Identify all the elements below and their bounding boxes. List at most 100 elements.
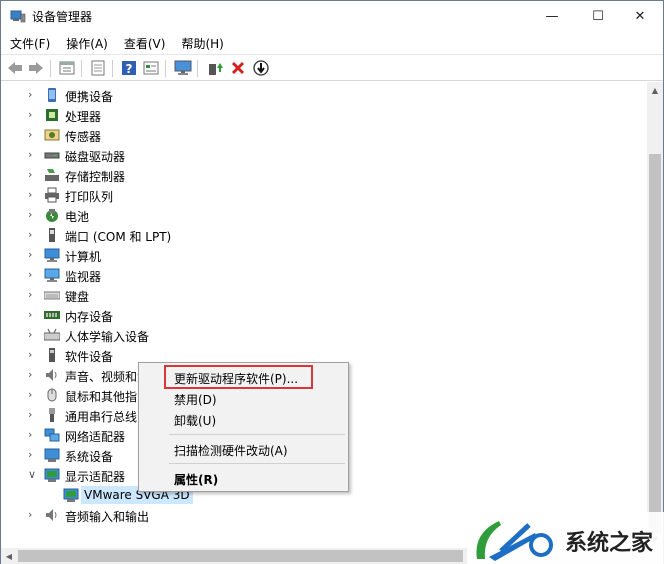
tree-item-label: 存储控制器 [65, 170, 126, 184]
menu-item-label: 属性(R) [174, 473, 219, 487]
disk-drive-icon [44, 152, 60, 159]
view-icon [91, 60, 105, 76]
device-manager-icon [10, 10, 26, 23]
toolbar: ? [1, 54, 663, 81]
scrollbar-thumb[interactable] [18, 550, 463, 562]
software-device-icon [49, 348, 55, 362]
tree-item-label: 系统设备 [65, 450, 114, 464]
chevron-right-icon[interactable]: › [28, 509, 38, 521]
toolbar-separator [197, 60, 198, 77]
context-menu: 更新驱动程序软件(P)... 禁用(D) 卸载(U) 扫描检测硬件改动(A) 属… [138, 362, 349, 492]
tree-item[interactable]: › 人体学输入设备 [1, 325, 647, 345]
chevron-right-icon[interactable]: › [28, 169, 38, 181]
menu-separator [169, 434, 345, 435]
menu-scan-hardware[interactable]: 扫描检测硬件改动(A) [140, 438, 347, 460]
back-button[interactable] [6, 59, 24, 77]
monitor-icon [44, 268, 60, 282]
menu-separator [169, 463, 345, 464]
port-icon [49, 228, 55, 242]
download-icon [253, 60, 269, 76]
tree-item-label: 处理器 [65, 110, 102, 124]
chevron-right-icon[interactable]: › [28, 89, 38, 101]
chevron-right-icon[interactable]: › [28, 149, 38, 161]
chevron-right-icon[interactable]: › [28, 109, 38, 121]
tree-item[interactable]: › 打印队列 [1, 185, 647, 205]
chevron-right-icon[interactable]: › [28, 349, 38, 361]
sensor-icon [44, 129, 60, 141]
menu-bar: 文件(F) 操作(A) 查看(V) 帮助(H) [1, 31, 663, 53]
tree-item-label: 打印队列 [65, 190, 114, 204]
chevron-right-icon[interactable]: › [28, 189, 38, 201]
chevron-right-icon[interactable]: › [28, 249, 38, 261]
memory-icon [44, 311, 60, 319]
chevron-right-icon[interactable]: › [28, 229, 38, 241]
menu-disable[interactable]: 禁用(D) [140, 387, 347, 409]
details-button[interactable] [142, 59, 160, 77]
computer-icon [44, 248, 60, 262]
chevron-right-icon[interactable]: › [28, 409, 38, 421]
close-icon: ✕ [634, 8, 646, 24]
chevron-right-icon[interactable]: › [28, 269, 38, 281]
keyboard-icon [44, 291, 60, 300]
chevron-right-icon[interactable]: › [28, 369, 38, 381]
chevron-right-icon[interactable]: › [28, 449, 38, 461]
scan-button[interactable] [174, 59, 192, 77]
tree-item[interactable]: › 处理器 [1, 105, 647, 125]
tree-item-label: 监视器 [65, 270, 102, 284]
tree-item[interactable]: › 便携设备 [1, 85, 647, 105]
menu-action[interactable]: 操作(A) [57, 31, 115, 53]
scroll-up-icon[interactable]: ▲ [647, 82, 663, 99]
tree-item-label: 传感器 [65, 130, 102, 144]
toolbar-separator [112, 60, 113, 77]
uninstall-icon [231, 61, 245, 75]
view-button[interactable] [89, 59, 107, 77]
menu-properties[interactable]: 属性(R) [140, 467, 347, 489]
menu-uninstall[interactable]: 卸载(U) [140, 408, 347, 430]
tree-item-label: 磁盘驱动器 [65, 150, 126, 164]
menu-help[interactable]: 帮助(H) [172, 31, 230, 53]
display-adapter-icon [44, 468, 60, 482]
tree-item[interactable]: › 内存设备 [1, 305, 647, 325]
chevron-right-icon[interactable]: › [28, 289, 38, 301]
tree-item[interactable]: › 监视器 [1, 265, 647, 285]
chevron-right-icon[interactable]: › [28, 429, 38, 441]
tree-item-label: 电池 [65, 210, 90, 224]
tree-item-label: 鼠标和其他指 [65, 390, 138, 404]
maximize-button[interactable]: ☐ [575, 1, 621, 31]
chevron-right-icon[interactable]: › [28, 209, 38, 221]
mouse-icon [47, 388, 57, 402]
tree-item[interactable]: › 键盘 [1, 285, 647, 305]
tree-item[interactable]: › 传感器 [1, 125, 647, 145]
tree-item[interactable]: › 端口 (COM 和 LPT) [1, 225, 647, 245]
uninstall-button[interactable] [229, 59, 247, 77]
usb-icon [49, 408, 55, 422]
scrollbar-thumb[interactable] [649, 154, 661, 534]
menu-file[interactable]: 文件(F) [1, 31, 57, 53]
storage-controller-icon [45, 169, 59, 181]
maximize-icon: ☐ [592, 8, 604, 24]
tree-item[interactable]: › 存储控制器 [1, 165, 647, 185]
tree-item[interactable]: › 计算机 [1, 245, 647, 265]
chevron-right-icon[interactable]: › [28, 309, 38, 321]
display-adapter-icon [63, 488, 79, 502]
forward-button[interactable] [27, 59, 45, 77]
menu-view[interactable]: 查看(V) [115, 31, 173, 53]
scroll-left-icon[interactable]: ◀ [1, 548, 17, 564]
tree-item[interactable]: › 电池 [1, 205, 647, 225]
minimize-icon: — [545, 8, 559, 24]
tree-item-label: 声音、视频和游 [65, 370, 150, 384]
tree-item-label: 端口 (COM 和 LPT) [65, 230, 172, 244]
chevron-right-icon[interactable]: › [28, 389, 38, 401]
close-button[interactable]: ✕ [617, 1, 663, 31]
minimize-button[interactable]: — [529, 1, 575, 31]
window-title: 设备管理器 [32, 10, 93, 24]
properties-button[interactable] [58, 59, 76, 77]
vertical-scrollbar[interactable]: ▲ ▼ [647, 82, 663, 548]
tree-item[interactable]: › 磁盘驱动器 [1, 145, 647, 165]
chevron-down-icon[interactable]: ∨ [28, 469, 38, 481]
help-button[interactable]: ? [120, 59, 138, 77]
chevron-right-icon[interactable]: › [28, 329, 38, 341]
download-button[interactable] [252, 59, 270, 77]
update-driver-button[interactable] [206, 59, 224, 77]
chevron-right-icon[interactable]: › [28, 129, 38, 141]
